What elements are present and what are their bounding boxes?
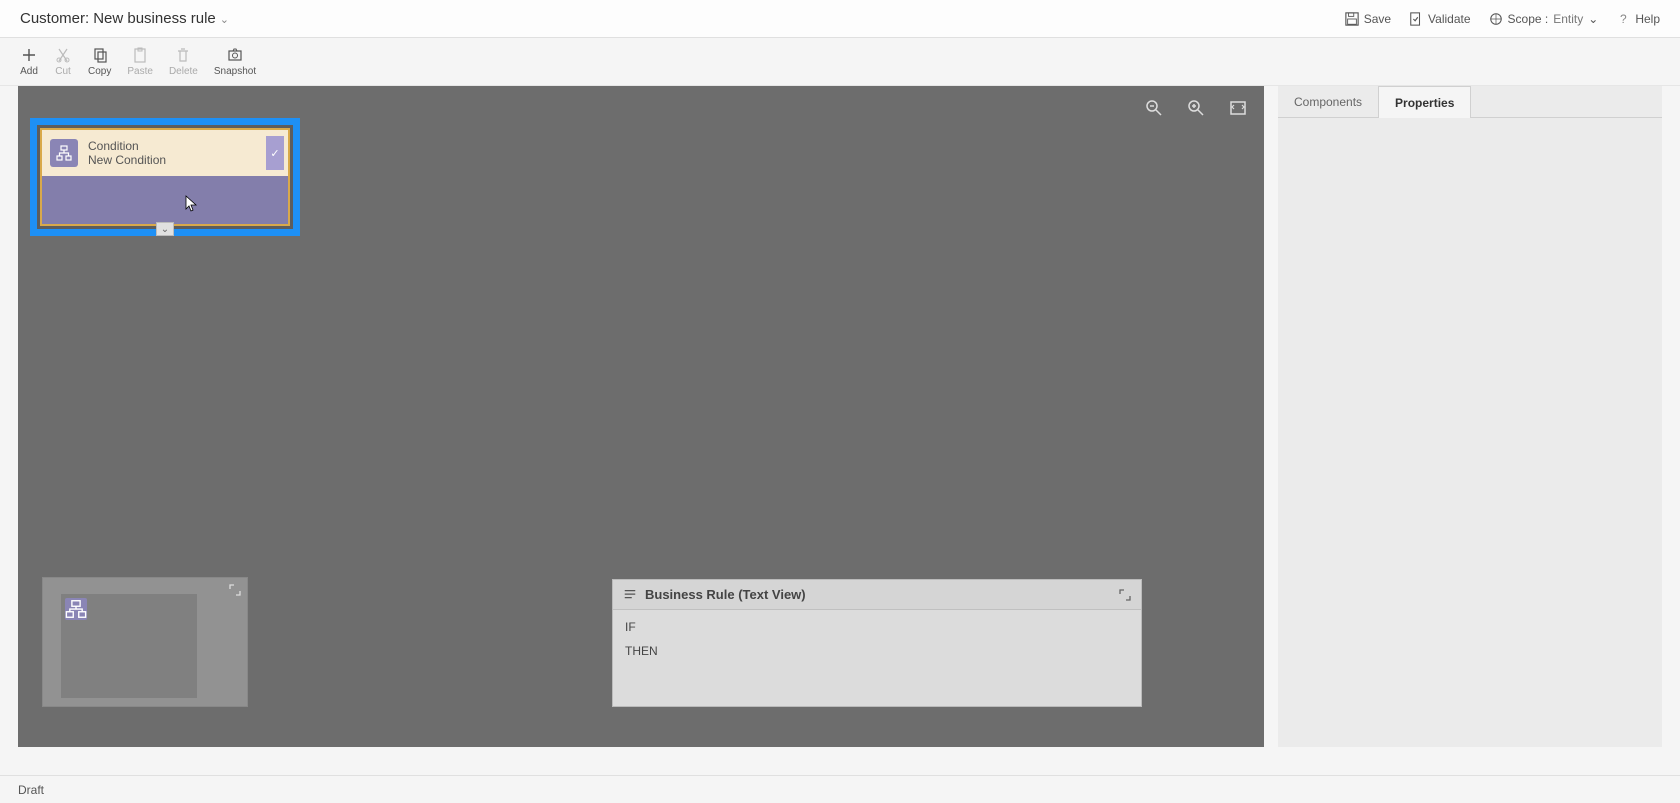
cut-icon bbox=[54, 46, 72, 64]
text-view-expand-button[interactable] bbox=[1119, 589, 1131, 601]
collapse-node-button[interactable]: ⌄ bbox=[156, 222, 174, 236]
condition-node[interactable]: Condition New Condition ✓ ⌄ bbox=[30, 118, 300, 236]
text-view-then: THEN bbox=[625, 644, 1129, 658]
validate-icon bbox=[1409, 12, 1423, 26]
node-name: New Condition bbox=[88, 153, 166, 167]
snapshot-button[interactable]: Snapshot bbox=[214, 46, 256, 77]
condition-icon bbox=[50, 139, 78, 167]
text-view-title: Business Rule (Text View) bbox=[645, 587, 806, 602]
side-panel: Components Properties bbox=[1278, 86, 1662, 747]
copy-icon bbox=[91, 46, 109, 64]
design-canvas[interactable]: Condition New Condition ✓ ⌄ bbox=[18, 86, 1264, 747]
add-button[interactable]: Add bbox=[20, 46, 38, 77]
properties-panel-body bbox=[1278, 118, 1662, 747]
paste-icon bbox=[131, 46, 149, 64]
minimap-expand-button[interactable] bbox=[229, 584, 241, 596]
cut-button: Cut bbox=[54, 46, 72, 77]
copy-button[interactable]: Copy bbox=[88, 46, 111, 77]
delete-icon bbox=[174, 46, 192, 64]
text-view-icon bbox=[623, 588, 637, 602]
save-icon bbox=[1345, 12, 1359, 26]
tab-components[interactable]: Components bbox=[1278, 86, 1378, 117]
minimap-viewport[interactable] bbox=[61, 594, 197, 698]
fit-screen-button[interactable] bbox=[1226, 96, 1250, 120]
minimap-node-icon bbox=[65, 598, 87, 620]
help-icon: ? bbox=[1616, 12, 1630, 26]
zoom-out-button[interactable] bbox=[1142, 96, 1166, 120]
business-rule-text-view: Business Rule (Text View) IF THEN bbox=[612, 579, 1142, 707]
zoom-in-button[interactable] bbox=[1184, 96, 1208, 120]
delete-button: Delete bbox=[169, 46, 198, 77]
add-icon bbox=[20, 46, 38, 64]
chevron-down-icon: ⌄ bbox=[220, 11, 229, 26]
save-button[interactable]: Save bbox=[1345, 12, 1391, 26]
help-button[interactable]: ? Help bbox=[1616, 12, 1660, 26]
scope-icon bbox=[1489, 12, 1503, 26]
text-view-if: IF bbox=[625, 620, 1129, 634]
validate-button[interactable]: Validate bbox=[1409, 12, 1470, 26]
check-icon: ✓ bbox=[266, 136, 284, 170]
scope-selector[interactable]: Scope : Entity ⌄ bbox=[1489, 12, 1599, 26]
status-label: Draft bbox=[18, 783, 44, 797]
title-entity: Customer: bbox=[20, 10, 89, 27]
chevron-down-icon: ⌄ bbox=[1588, 12, 1598, 26]
paste-button: Paste bbox=[127, 46, 153, 77]
node-body bbox=[42, 176, 288, 224]
title-name: New business rule bbox=[93, 10, 216, 27]
tab-properties[interactable]: Properties bbox=[1378, 86, 1471, 118]
page-title-area[interactable]: Customer: New business rule ⌄ bbox=[20, 10, 229, 27]
snapshot-icon bbox=[226, 46, 244, 64]
minimap[interactable] bbox=[42, 577, 248, 707]
node-type-label: Condition bbox=[88, 139, 166, 153]
